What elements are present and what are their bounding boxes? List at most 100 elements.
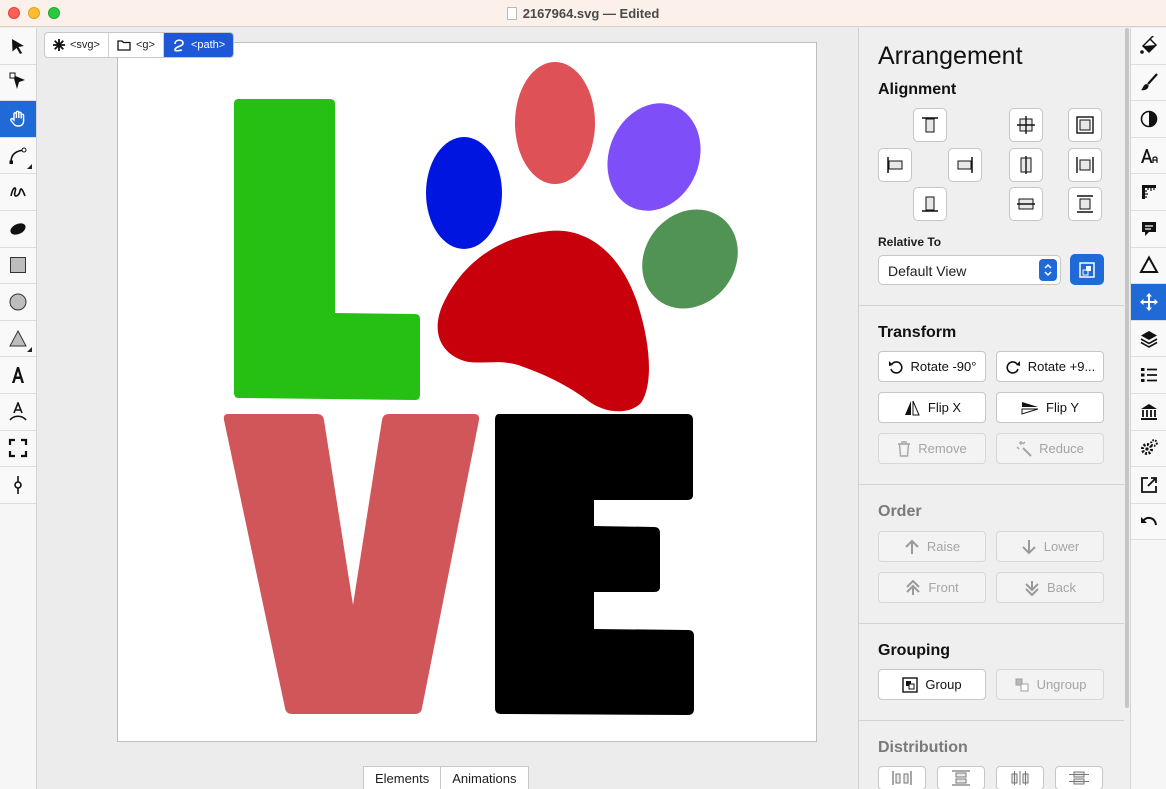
fill-bucket-icon [1140,35,1158,54]
shape-tool[interactable] [1131,247,1166,285]
rotate-cw-button[interactable]: Rotate +9... [996,351,1104,382]
breadcrumb-item-g[interactable]: <g> [109,33,164,57]
group-button[interactable]: Group [878,669,986,700]
paw-toe-pink[interactable] [515,62,595,184]
fit-height-button[interactable] [1068,187,1102,221]
tab-elements[interactable]: Elements [364,767,442,789]
align-right-button[interactable] [948,148,982,182]
outline-tool[interactable] [1131,357,1166,394]
align-center-horizontal-icon [1020,156,1032,174]
rotate-ccw-button[interactable]: Rotate -90° [878,351,986,382]
pen-tool[interactable] [0,137,36,175]
pencil-tool[interactable] [0,174,36,211]
comment-icon [1142,221,1156,236]
undo-tool[interactable] [1131,503,1166,541]
text-tool[interactable] [0,357,36,394]
arrow-pointer-icon [12,38,24,54]
crop-frame-icon [8,439,28,458]
stroke-tool[interactable] [1131,64,1166,102]
pan-tool[interactable] [0,101,36,138]
relative-to-select[interactable]: Default View [878,255,1061,285]
triangle-icon [9,329,27,347]
grouping-heading: Grouping [878,642,950,659]
letter-v-shape[interactable] [223,414,480,714]
align-center-vertical-button[interactable] [1009,187,1043,221]
arrow-down-to-bottom-icon [1025,580,1039,596]
select-tool[interactable] [0,28,36,65]
distribute-centers-vertical-button[interactable] [1055,766,1103,789]
remove-button[interactable]: Remove [878,433,986,464]
flip-y-button[interactable]: Flip Y [996,392,1104,423]
tab-animations[interactable]: Animations [441,767,527,789]
right-toolbar [1130,28,1166,789]
fit-frame-button[interactable] [1068,108,1102,142]
reduce-button[interactable]: Reduce [996,433,1104,464]
paw-pad-shape[interactable] [437,230,649,412]
distribute-vertical-button[interactable] [937,766,985,789]
comments-tool[interactable] [1131,210,1166,248]
send-to-back-button[interactable]: Back [996,572,1104,603]
align-center-horizontal-button[interactable] [1009,148,1043,182]
geometry-tool[interactable] [1131,174,1166,211]
align-bottom-button[interactable] [913,187,947,221]
distribute-left-button[interactable] [878,766,926,789]
align-center-both-button[interactable] [1009,108,1043,142]
window-title-text: 2167964.svg — Edited [522,6,660,21]
artboard[interactable] [117,42,817,742]
letter-e-shape[interactable] [495,414,694,715]
flip-x-label: Flip X [927,400,962,415]
layers-icon [1140,330,1158,348]
polygon-tool[interactable] [0,320,36,358]
paw-toe-blue[interactable] [426,137,502,249]
distribute-centers-vertical-icon [1069,771,1089,785]
text-on-path-tool[interactable] [0,393,36,431]
distribution-heading: Distribution [878,739,968,756]
paw-toe-green[interactable] [623,190,758,327]
bring-to-front-button[interactable]: Front [878,572,986,603]
fill-tool[interactable] [1131,28,1166,65]
back-label: Back [1047,580,1076,595]
title-bar: 2167964.svg — Edited [0,0,1166,27]
canvas-area[interactable]: <svg> <g> <path> Elements Animations [38,28,858,789]
flip-y-label: Flip Y [1046,400,1079,415]
ruler-icon [1142,185,1156,200]
align-left-button[interactable] [878,148,912,182]
section-divider [859,720,1124,721]
fit-width-button[interactable] [1068,148,1102,182]
node-tool[interactable] [0,64,36,102]
breadcrumb-item-svg[interactable]: <svg> [45,33,109,57]
relative-to-toggle-button[interactable] [1070,254,1104,285]
left-toolbar [0,28,37,789]
bottom-tab-bar: Elements Animations [363,766,529,789]
flip-x-button[interactable]: Flip X [878,392,986,423]
export-tool[interactable] [1131,467,1166,504]
opacity-tool[interactable] [1131,101,1166,138]
lower-button[interactable]: Lower [996,531,1104,562]
layers-tool[interactable] [1131,320,1166,358]
distribute-centers-horizontal-button[interactable] [996,766,1044,789]
brush-tool[interactable] [0,210,36,248]
rectangle-tool[interactable] [0,247,36,285]
text-icon [12,367,24,384]
love-paw-artwork [223,62,758,715]
panel-scrollbar-thumb[interactable] [1125,28,1129,708]
raise-button[interactable]: Raise [878,531,986,562]
eyedropper-tool[interactable] [0,467,36,504]
paw-toe-purple[interactable] [592,89,717,225]
arrangement-tool[interactable] [1131,284,1166,321]
circle-tool[interactable] [0,284,36,321]
settings-tool[interactable] [1131,430,1166,468]
chevron-updown-icon [1039,259,1057,281]
distribute-centers-horizontal-icon [1011,771,1029,785]
letter-l-shape[interactable] [234,99,420,400]
breadcrumb-item-path[interactable]: <path> [163,33,234,57]
breadcrumb-label: <g> [135,39,155,51]
crop-tool[interactable] [0,430,36,468]
contrast-icon [1140,110,1158,128]
align-top-button[interactable] [913,108,947,142]
library-tool[interactable] [1131,393,1166,431]
ellipse-brush-icon [10,223,26,235]
typography-tool[interactable] [1131,137,1166,175]
ungroup-button[interactable]: Ungroup [996,669,1104,700]
fit-width-icon [1076,157,1094,173]
